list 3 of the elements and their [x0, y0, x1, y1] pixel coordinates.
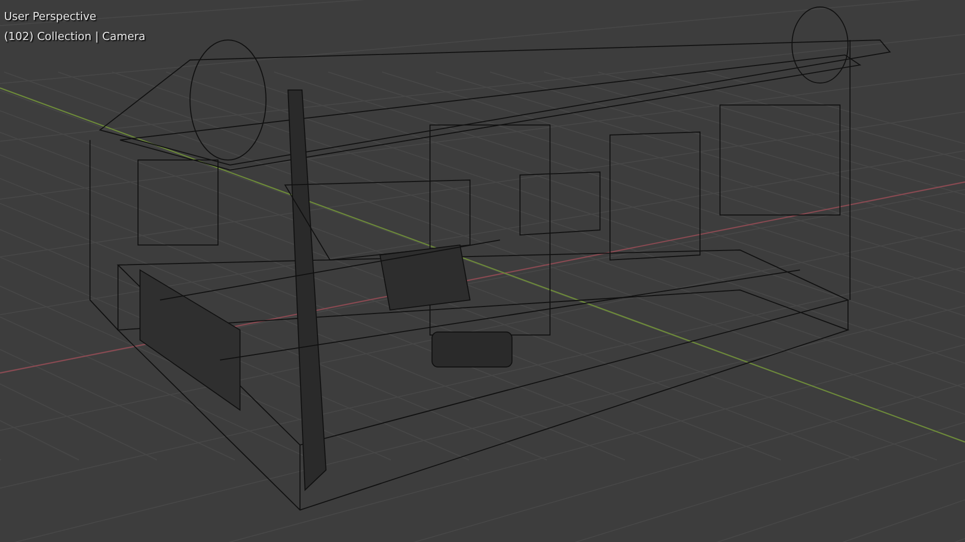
view-name-label: User Perspective: [4, 9, 96, 25]
3d-viewport[interactable]: User Perspective (102) Collection | Camera: [0, 0, 965, 542]
collection-label: (102) Collection | Camera: [4, 29, 146, 45]
